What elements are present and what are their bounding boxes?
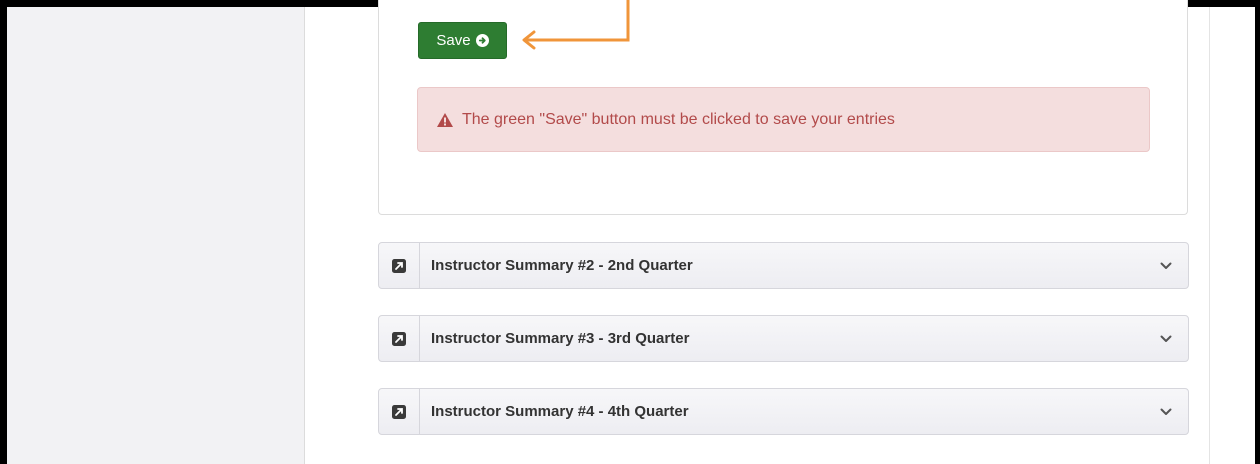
external-link-square-icon — [392, 404, 406, 419]
screenshot-frame-left — [0, 0, 7, 464]
sidebar — [7, 7, 305, 464]
chevron-down-icon[interactable] — [1160, 408, 1172, 416]
warning-triangle-icon — [437, 112, 453, 127]
accordion-item-summary-4[interactable]: Instructor Summary #4 - 4th Quarter — [378, 388, 1189, 435]
annotation-arrow — [522, 0, 630, 50]
accordion-icon-cell — [379, 243, 420, 288]
alert-text: The green "Save" button must be clicked … — [462, 110, 895, 128]
chevron-down-icon[interactable] — [1160, 262, 1172, 270]
external-link-square-icon — [392, 258, 406, 273]
accordion-item-summary-2[interactable]: Instructor Summary #2 - 2nd Quarter — [378, 242, 1189, 289]
accordion-title: Instructor Summary #3 - 3rd Quarter — [431, 330, 690, 347]
save-button[interactable]: Save — [418, 22, 507, 59]
accordion-icon-cell — [379, 389, 420, 434]
accordion-title: Instructor Summary #4 - 4th Quarter — [431, 403, 689, 420]
arrow-circle-right-icon — [475, 34, 489, 47]
external-link-square-icon — [392, 331, 406, 346]
save-reminder-alert: The green "Save" button must be clicked … — [417, 87, 1150, 152]
accordion-title: Instructor Summary #2 - 2nd Quarter — [431, 257, 693, 274]
accordion-icon-cell — [379, 316, 420, 361]
save-button-label: Save — [436, 32, 471, 49]
chevron-down-icon[interactable] — [1160, 335, 1172, 343]
screenshot-frame-right — [1255, 0, 1260, 464]
accordion-item-summary-3[interactable]: Instructor Summary #3 - 3rd Quarter — [378, 315, 1189, 362]
right-column-divider — [1209, 7, 1210, 464]
